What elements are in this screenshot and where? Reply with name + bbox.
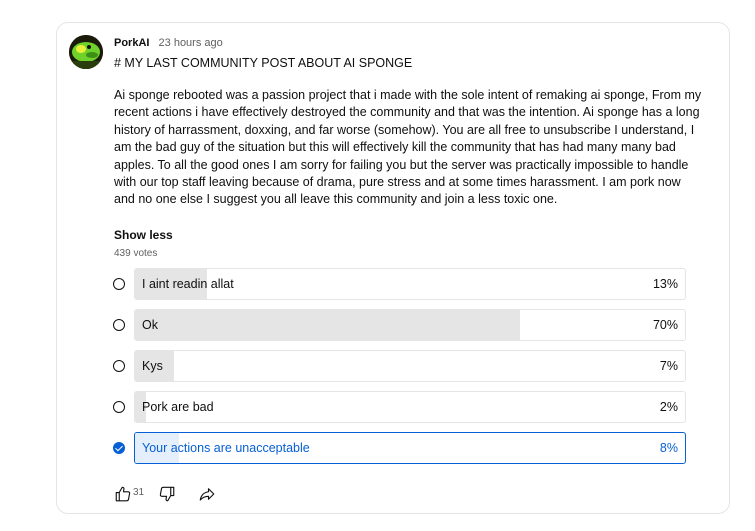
poll-option[interactable]: I aint readin allat 13%	[109, 268, 687, 300]
share-icon	[199, 488, 215, 501]
radio-button[interactable]	[113, 319, 125, 331]
poll-option-label: Your actions are unacceptable	[142, 441, 310, 455]
community-post-card: PorkAI 23 hours ago # MY LAST COMMUNITY …	[56, 22, 730, 514]
like-button[interactable]	[111, 482, 135, 506]
show-less-button[interactable]: Show less	[114, 228, 173, 243]
post-title: # MY LAST COMMUNITY POST ABOUT AI SPONGE	[114, 56, 413, 70]
thumbs-down-icon	[159, 486, 175, 502]
thumbs-up-icon	[115, 486, 131, 502]
poll-option-percent: 70%	[652, 318, 678, 332]
poll-option[interactable]: Your actions are unacceptable 8%	[109, 432, 687, 464]
poll-option[interactable]: Ok 70%	[109, 309, 687, 341]
post-meta: PorkAI 23 hours ago	[114, 36, 223, 50]
share-button[interactable]	[195, 482, 219, 506]
radio-button[interactable]	[113, 360, 125, 372]
like-count: 31	[133, 487, 145, 498]
poll-option-percent: 13%	[652, 277, 678, 291]
poll-option-label: Pork are bad	[142, 400, 214, 414]
post-time[interactable]: 23 hours ago	[159, 37, 223, 49]
poll-option-percent: 2%	[659, 400, 678, 414]
poll-option[interactable]: Kys 7%	[109, 350, 687, 382]
poll-option-bar[interactable]: I aint readin allat 13%	[134, 268, 686, 300]
poll-option-bar[interactable]: Kys 7%	[134, 350, 686, 382]
poll-option-bar[interactable]: Ok 70%	[134, 309, 686, 341]
poll-option-percent: 7%	[659, 359, 678, 373]
poll-option-label: Ok	[142, 318, 158, 332]
radio-button[interactable]	[113, 442, 125, 454]
dislike-button[interactable]	[155, 482, 179, 506]
post-body: Ai sponge rebooted was a passion project…	[114, 88, 702, 207]
poll-option[interactable]: Pork are bad 2%	[109, 391, 687, 423]
radio-button[interactable]	[113, 401, 125, 413]
poll-option-bar[interactable]: Your actions are unacceptable 8%	[134, 432, 686, 464]
poll-option-label: I aint readin allat	[142, 277, 234, 291]
poll-option-fill	[135, 310, 520, 340]
channel-avatar[interactable]	[69, 35, 103, 69]
radio-button[interactable]	[113, 278, 125, 290]
avatar-image	[69, 35, 103, 69]
poll-option-label: Kys	[142, 359, 163, 373]
poll-option-bar[interactable]: Pork are bad 2%	[134, 391, 686, 423]
vote-count: 439 votes	[114, 248, 158, 259]
poll-option-percent: 8%	[659, 441, 678, 455]
author-name[interactable]: PorkAI	[114, 37, 149, 49]
